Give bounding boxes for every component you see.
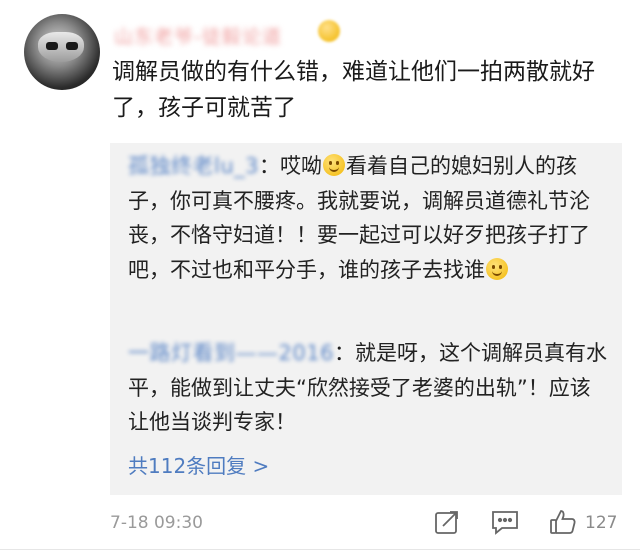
timestamp: 7-18 09:30: [110, 513, 203, 533]
smile-emoji-icon: [486, 257, 508, 280]
comment-icon[interactable]: [490, 508, 520, 536]
reply-author[interactable]: 孤独终老lu_3: [128, 154, 259, 178]
avatar[interactable]: [24, 14, 100, 90]
like-count: 127: [585, 513, 618, 533]
vip-badge-icon: [318, 20, 340, 42]
replies-panel: 孤独终老lu_3：哎呦 看着自己的媳妇别人的孩子，你可真不腰疼。我就要说，调解员道…: [110, 143, 622, 495]
reply-item[interactable]: 孤独终老lu_3：哎呦 看着自己的媳妇别人的孩子，你可真不腰疼。我就要说，调解员道…: [128, 149, 608, 287]
reply-author[interactable]: 一路灯看到——2016: [128, 341, 334, 365]
divider: [0, 549, 640, 550]
reply-text: ：哎呦: [259, 154, 323, 178]
more-replies-link[interactable]: 共112条回复 >: [128, 450, 269, 479]
comment-footer: 7-18 09:30 127: [110, 506, 622, 540]
avatar-eye-right: [66, 42, 78, 50]
avatar-eye-left: [46, 42, 58, 50]
comment-text: 调解员做的有什么错，难道让他们一拍两散就好了，孩子可就苦了: [112, 59, 595, 121]
smile-emoji-icon: [323, 154, 346, 176]
like-icon[interactable]: [548, 508, 578, 536]
share-icon[interactable]: [433, 508, 461, 536]
reply-item[interactable]: 一路灯看到——2016：就是呀，这个调解员真有水平，能做到让丈夫“欣然接受了老婆…: [128, 336, 608, 440]
username[interactable]: 山东老爷-徒毅论道: [114, 22, 282, 49]
